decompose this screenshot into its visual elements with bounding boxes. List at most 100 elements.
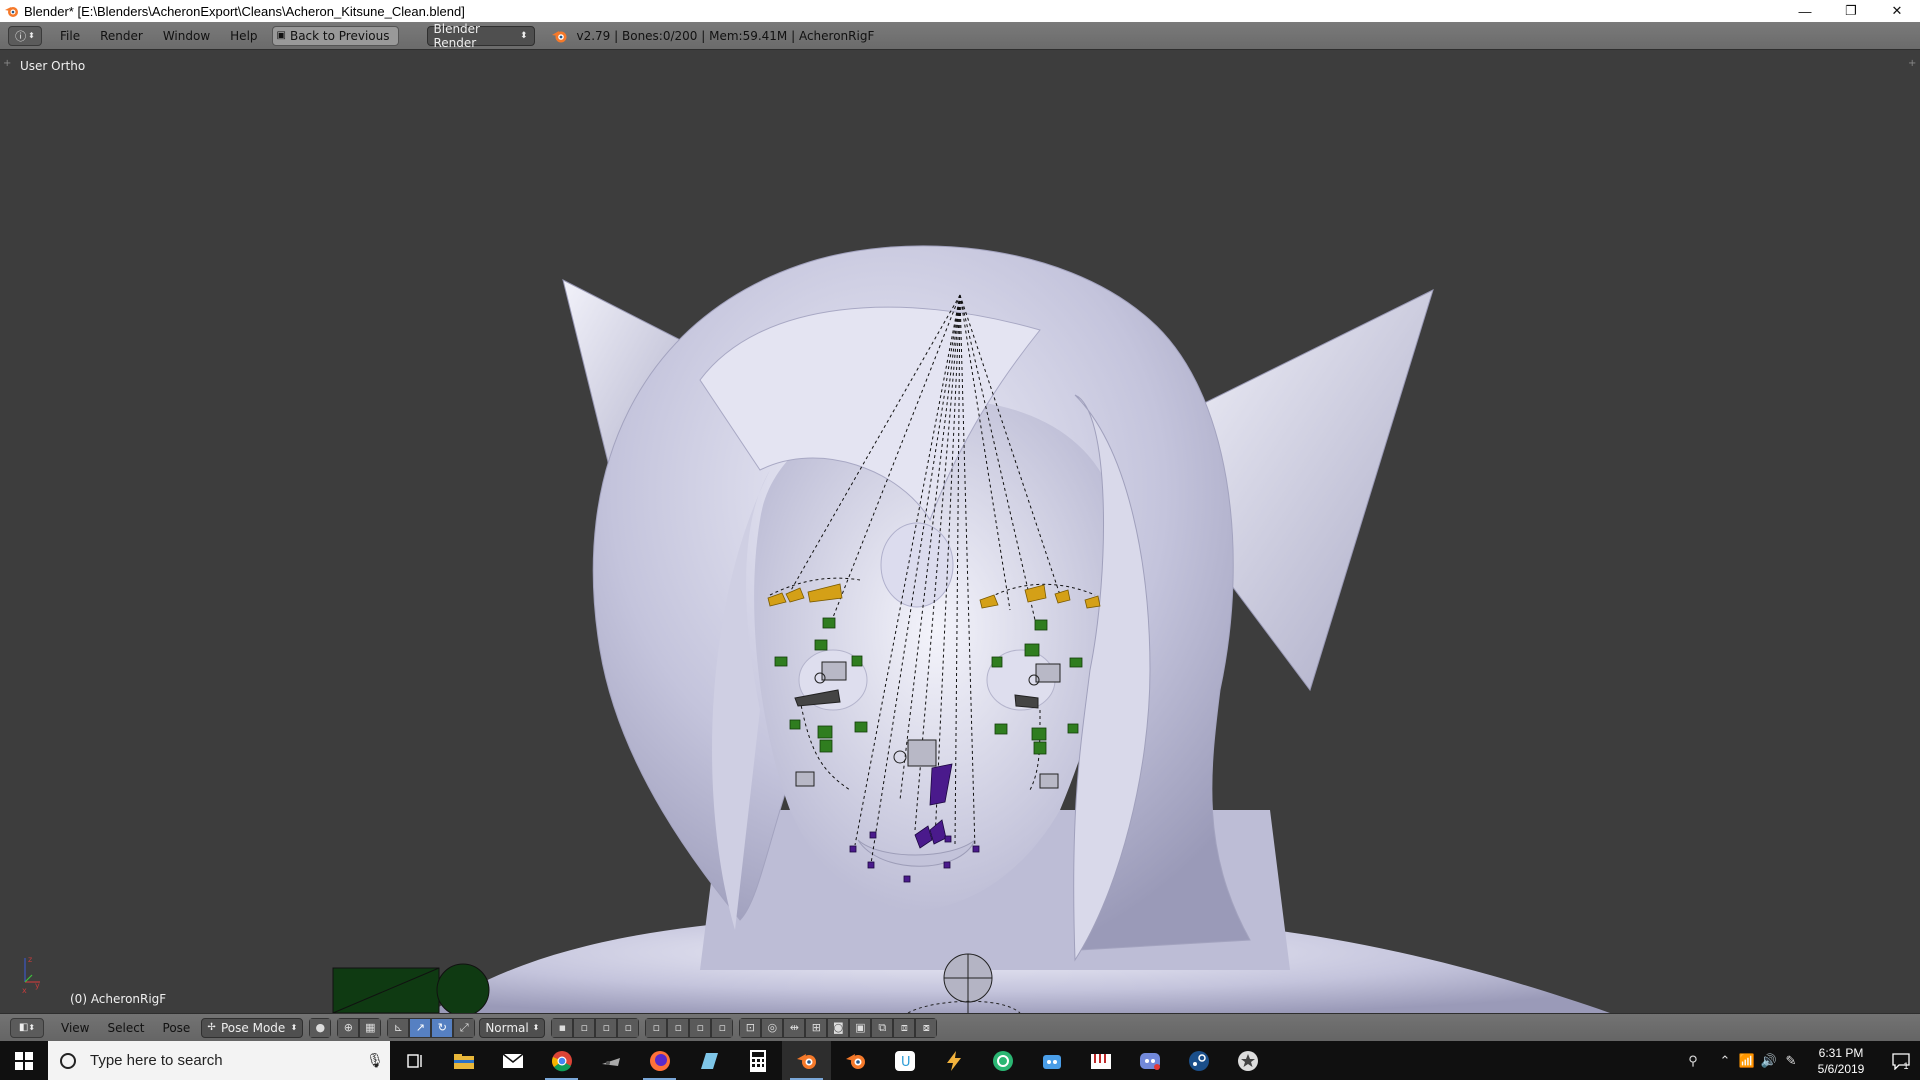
render-engine-value: Blender Render xyxy=(433,21,481,50)
firefox-taskbar-button[interactable] xyxy=(635,1041,684,1080)
layer-6-button[interactable]: ▫ xyxy=(667,1017,690,1038)
orientation-value: Normal xyxy=(485,1020,529,1035)
pivot-point-button[interactable]: ⊕ xyxy=(337,1017,360,1038)
mail-taskbar-button[interactable] xyxy=(488,1041,537,1080)
people-icon[interactable]: ⚲ xyxy=(1682,1053,1704,1069)
info-header: ⓘ ⬍ File Render Window Help ▣ Back to Pre… xyxy=(0,22,1920,50)
firefox-icon xyxy=(649,1050,670,1071)
window-titlebar: Blender* [E:\Blenders\AcheronExport\Clea… xyxy=(0,0,1920,22)
circle-app-taskbar-button[interactable] xyxy=(978,1041,1027,1080)
back-to-previous-button[interactable]: ▣ Back to Previous xyxy=(271,25,399,46)
editor-type-selector[interactable]: ◧ ⬍ xyxy=(10,1017,44,1038)
info-icon: ⓘ xyxy=(15,29,27,43)
editor-type-selector[interactable]: ⓘ ⬍ xyxy=(8,25,42,46)
transform-orientation-select[interactable]: Normal ⬍ xyxy=(479,1017,546,1038)
green-circle-icon xyxy=(992,1050,1013,1071)
calculator-taskbar-button[interactable] xyxy=(733,1041,782,1080)
blender-icon xyxy=(796,1053,816,1069)
layer-1-button[interactable]: ▪ xyxy=(551,1017,574,1038)
ball-app-taskbar-button[interactable] xyxy=(1223,1041,1272,1080)
layer-4-button[interactable]: ▫ xyxy=(617,1017,640,1038)
3d-viewport[interactable]: + + User Ortho z y x (0) AcheronRigF xyxy=(0,50,1920,1013)
menu-render[interactable]: Render xyxy=(90,29,153,43)
menu-select[interactable]: Select xyxy=(98,1021,153,1035)
proportional-edit-button[interactable]: ◎ xyxy=(761,1017,784,1038)
taskbar-search-box[interactable]: Type here to search 🎙 xyxy=(48,1041,390,1080)
notepad-icon xyxy=(700,1052,718,1069)
steam-icon xyxy=(1188,1050,1209,1071)
menu-view[interactable]: View xyxy=(52,1021,98,1035)
shading-group: ● xyxy=(309,1017,332,1038)
volume-icon[interactable]: 🔊 xyxy=(1758,1053,1780,1069)
menu-window[interactable]: Window xyxy=(153,29,220,43)
game-app-icon xyxy=(601,1057,620,1066)
layer-7-button[interactable]: ▫ xyxy=(689,1017,712,1038)
pen-app-taskbar-button[interactable] xyxy=(929,1041,978,1080)
manipulator-toggle-button[interactable]: ⊾ xyxy=(387,1017,410,1038)
discord-taskbar-button[interactable] xyxy=(1125,1041,1174,1080)
game-app-taskbar-button[interactable] xyxy=(586,1041,635,1080)
layer-2-button[interactable]: ▫ xyxy=(573,1017,596,1038)
render-anim-icon[interactable]: ▣ xyxy=(849,1017,872,1038)
menu-file[interactable]: File xyxy=(50,29,90,43)
axis-y-label: y xyxy=(35,981,40,990)
layers-group-2: ▫ ▫ ▫ ▫ xyxy=(645,1017,734,1038)
render-still-icon[interactable]: ◙ xyxy=(827,1017,850,1038)
unity-icon: U xyxy=(894,1050,915,1071)
layer-3-button[interactable]: ▫ xyxy=(595,1017,618,1038)
pen-workspace-icon[interactable]: ✎ xyxy=(1780,1053,1802,1069)
menu-pose[interactable]: Pose xyxy=(154,1021,200,1035)
minimize-button[interactable]: — xyxy=(1782,0,1828,22)
keyboard-app-taskbar-button[interactable] xyxy=(1076,1041,1125,1080)
render-engine-select[interactable]: Blender Render ⬍ xyxy=(426,22,535,50)
show-hidden-icons-icon[interactable]: ⌃ xyxy=(1714,1053,1736,1069)
unity-taskbar-button[interactable]: U xyxy=(880,1041,929,1080)
back-to-previous-label: Back to Previous xyxy=(289,28,390,43)
notepad-taskbar-button[interactable] xyxy=(684,1041,733,1080)
blender-taskbar-button[interactable] xyxy=(782,1041,831,1080)
windows-taskbar: Type here to search 🎙 U ⚲ ⌃ 📶 🔊 ✎ 6:31 P… xyxy=(0,1041,1920,1080)
character-model[interactable]: z y x xyxy=(0,50,1920,1013)
updown-arrows-icon: ⬍ xyxy=(28,1023,36,1032)
viewport-shading-button[interactable]: ● xyxy=(309,1017,332,1038)
task-view-icon xyxy=(406,1053,422,1068)
copy-pose-button[interactable]: ⧉ xyxy=(871,1017,894,1038)
taskbar-clock[interactable]: 6:31 PM 5/6/2019 xyxy=(1802,1045,1880,1077)
updown-arrows-icon: ⬍ xyxy=(519,30,528,41)
paste-pose-button[interactable]: ⧈ xyxy=(893,1017,916,1038)
chrome-taskbar-button[interactable] xyxy=(537,1041,586,1080)
windows-logo-icon xyxy=(15,1051,33,1070)
start-button[interactable] xyxy=(0,1041,48,1080)
lock-layers-icon[interactable]: ⊡ xyxy=(739,1017,762,1038)
task-view-button[interactable] xyxy=(390,1041,439,1080)
layer-8-button[interactable]: ▫ xyxy=(711,1017,734,1038)
network-icon[interactable]: 📶 xyxy=(1736,1053,1758,1069)
action-center-button[interactable]: 1 xyxy=(1880,1051,1920,1071)
rotate-manipulator-button[interactable]: ↻ xyxy=(431,1017,454,1038)
maximize-button[interactable]: ❐ xyxy=(1828,0,1874,22)
piano-icon xyxy=(1090,1053,1111,1069)
paste-flipped-pose-button[interactable]: ⧇ xyxy=(915,1017,938,1038)
scale-manipulator-button[interactable]: ⤢ xyxy=(453,1017,476,1038)
microphone-icon[interactable]: 🎙 xyxy=(360,1052,390,1069)
helper-app-taskbar-button[interactable] xyxy=(1027,1041,1076,1080)
notification-count: 1 xyxy=(1903,1060,1909,1071)
interaction-mode-select[interactable]: ✢ Pose Mode ⬍ xyxy=(201,1017,304,1038)
steam-taskbar-button[interactable] xyxy=(1174,1041,1223,1080)
blender-alt-taskbar-button[interactable] xyxy=(831,1041,880,1080)
blender-app-icon xyxy=(5,7,18,17)
mail-icon xyxy=(502,1052,523,1068)
layer-5-button[interactable]: ▫ xyxy=(645,1017,668,1038)
file-explorer-taskbar-button[interactable] xyxy=(439,1041,488,1080)
close-button[interactable]: ✕ xyxy=(1874,0,1920,22)
only-origins-button[interactable]: ▦ xyxy=(359,1017,382,1038)
axis-z-label: z xyxy=(28,955,32,964)
system-tray: ⚲ ⌃ 📶 🔊 ✎ 6:31 PM 5/6/2019 1 xyxy=(1682,1041,1920,1080)
translate-manipulator-button[interactable]: ↗ xyxy=(409,1017,432,1038)
forehead-gem-mesh xyxy=(880,522,954,608)
snap-element-button[interactable]: ⊞ xyxy=(805,1017,828,1038)
active-object-label: (0) AcheronRigF xyxy=(70,992,167,1006)
window-title: Blender* [E:\Blenders\AcheronExport\Clea… xyxy=(24,3,465,19)
menu-help[interactable]: Help xyxy=(220,29,267,43)
snap-toggle-button[interactable]: ⇹ xyxy=(783,1017,806,1038)
